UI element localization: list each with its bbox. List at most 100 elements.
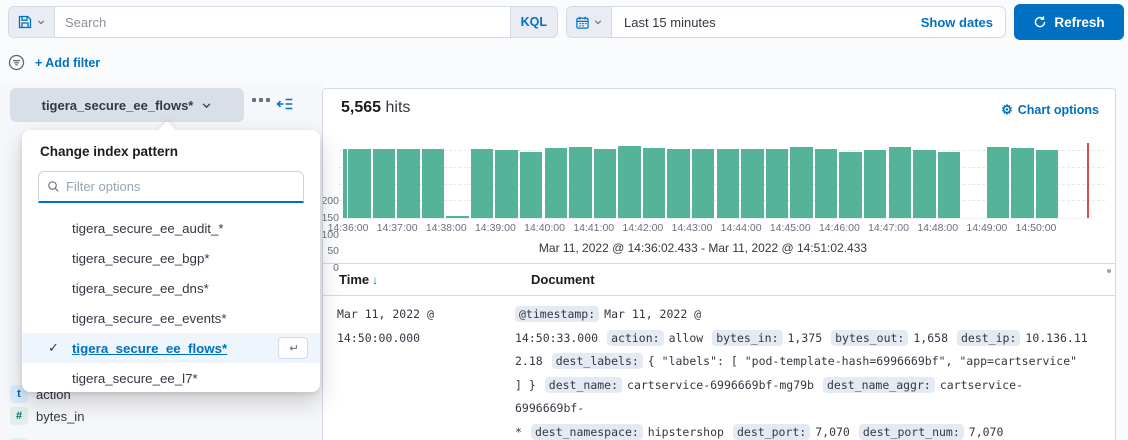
- histogram-bar[interactable]: [520, 152, 543, 218]
- collapse-sidebar-icon[interactable]: [276, 95, 294, 113]
- refresh-label: Refresh: [1054, 15, 1104, 30]
- filter-icon[interactable]: [8, 54, 25, 71]
- chart-options-button[interactable]: ⚙ Chart options: [1001, 102, 1099, 118]
- histogram-bar[interactable]: [987, 147, 1010, 218]
- histogram-bar[interactable]: [864, 150, 887, 218]
- index-pattern-option[interactable]: tigera_secure_ee_dns*: [22, 273, 320, 303]
- histogram-bar[interactable]: [692, 149, 715, 218]
- histogram-bar[interactable]: [545, 148, 568, 218]
- filter-bar: + Add filter: [8, 54, 100, 71]
- discover-main-panel: 5,565 hits ⚙ Chart options 050100150200 …: [322, 88, 1116, 440]
- calendar-icon: [575, 15, 590, 30]
- x-axis-label: 14:46:00: [813, 222, 865, 234]
- histogram-bar[interactable]: [471, 149, 494, 218]
- index-pattern-option[interactable]: tigera_secure_ee_events*: [22, 303, 320, 333]
- field-pill: @timestamp:: [515, 306, 599, 322]
- x-axis-label: 14:38:00: [420, 222, 472, 234]
- x-axis-label: 14:40:00: [519, 222, 571, 234]
- histogram-bar[interactable]: [839, 152, 862, 218]
- histogram-bar[interactable]: [741, 149, 764, 218]
- histogram-bar[interactable]: [667, 149, 690, 218]
- field-value: 7,070: [815, 425, 850, 439]
- histogram-bar[interactable]: [495, 150, 518, 218]
- x-axis-label: 14:49:00: [961, 222, 1013, 234]
- histogram-bar[interactable]: [889, 147, 912, 218]
- return-key-icon: [278, 337, 308, 359]
- field-pill: bytes_out:: [831, 330, 908, 346]
- field-pill: dest_port_num:: [859, 424, 964, 440]
- field-pill: dest_port:: [733, 424, 810, 440]
- histogram-bar[interactable]: [790, 147, 813, 218]
- histogram-bar[interactable]: [373, 149, 396, 218]
- search-input[interactable]: [55, 7, 510, 37]
- field-pill: dest_name:: [545, 377, 622, 393]
- histogram-bar[interactable]: [1011, 148, 1034, 218]
- index-pattern-option[interactable]: tigera_secure_ee_audit_*: [22, 213, 320, 243]
- discover-page: KQL Last 15 minutes Show dates Refresh: [0, 0, 1128, 440]
- field-value: allow: [669, 331, 704, 345]
- histogram-bar[interactable]: [938, 152, 961, 218]
- index-pattern-option-label: tigera_secure_ee_events*: [72, 311, 227, 326]
- index-pattern-switch-button[interactable]: tigera_secure_ee_flows*: [10, 88, 244, 122]
- histogram-bar[interactable]: [422, 149, 445, 218]
- field-pill: dest_ip:: [957, 330, 1020, 346]
- histogram-bar[interactable]: [1036, 150, 1059, 218]
- filter-options-input[interactable]: [66, 179, 295, 194]
- y-axis-label: 200: [322, 195, 339, 207]
- x-axis-label: 14:48:00: [912, 222, 964, 234]
- x-axis-label: 14:44:00: [715, 222, 767, 234]
- index-pattern-option[interactable]: tigera_secure_ee_l7*: [22, 363, 320, 393]
- sort-descending-icon[interactable]: ↓: [372, 273, 378, 287]
- index-pattern-option-label: tigera_secure_ee_bgp*: [72, 251, 210, 266]
- histogram-plot[interactable]: [339, 139, 1107, 218]
- histogram-bar[interactable]: [643, 148, 666, 218]
- column-header-time[interactable]: Time↓: [339, 272, 378, 287]
- histogram-bar[interactable]: [397, 149, 420, 218]
- refresh-button[interactable]: Refresh: [1014, 4, 1124, 40]
- field-value: hipstershop: [648, 425, 724, 439]
- histogram-bar[interactable]: [569, 147, 592, 218]
- histogram-bar[interactable]: [717, 149, 740, 218]
- save-icon: [17, 14, 33, 30]
- x-axis-label: 14:42:00: [617, 222, 669, 234]
- chart-options-label: Chart options: [1018, 103, 1099, 117]
- table-row[interactable]: Mar 11, 2022 @ 14:50:00.000@timestamp:Ma…: [323, 296, 1116, 440]
- histogram-bar[interactable]: [815, 149, 838, 218]
- scrollbar-thumb[interactable]: [1107, 269, 1111, 273]
- date-quick-select-button[interactable]: [567, 7, 612, 37]
- histogram-bar[interactable]: [766, 149, 789, 218]
- sidebar-field-bytes_in[interactable]: #bytes_in: [10, 405, 84, 427]
- field-pill: dest_namespace:: [531, 424, 643, 440]
- check-icon: ✓: [48, 340, 72, 356]
- field-pill: dest_labels:: [552, 353, 643, 369]
- histogram-bar[interactable]: [594, 149, 617, 218]
- x-axis-line: [339, 218, 1091, 219]
- table-header: Time↓ Document: [323, 264, 1116, 296]
- field-value: cartservice-6996669bf-mg79b: [627, 378, 814, 392]
- index-pattern-option-label: tigera_secure_ee_audit_*: [72, 221, 224, 236]
- column-header-document: Document: [531, 272, 595, 287]
- index-pattern-option-label: tigera_secure_ee_flows*: [72, 341, 227, 356]
- gear-icon: ⚙: [1001, 102, 1013, 118]
- index-pattern-option[interactable]: tigera_secure_ee_bgp*: [22, 243, 320, 273]
- kql-language-button[interactable]: KQL: [510, 7, 557, 37]
- sidebar-field-bytes_out[interactable]: #bytes_out: [10, 436, 92, 440]
- histogram-bar[interactable]: [618, 146, 641, 218]
- index-pattern-option-label: tigera_secure_ee_dns*: [72, 281, 209, 296]
- histogram-bar[interactable]: [913, 150, 936, 218]
- x-axis-label: 14:47:00: [863, 222, 915, 234]
- current-time-marker: [1087, 143, 1089, 218]
- show-dates-button[interactable]: Show dates: [921, 7, 1005, 37]
- boxes-horizontal-icon[interactable]: [252, 98, 270, 102]
- index-pattern-label: tigera_secure_ee_flows*: [42, 98, 194, 113]
- add-filter-button[interactable]: + Add filter: [35, 56, 100, 70]
- field-value: 1,375: [788, 331, 823, 345]
- x-axis-label: 14:37:00: [371, 222, 423, 234]
- field-pill: dest_name_aggr:: [823, 377, 935, 393]
- row-document-cell: @timestamp:Mar 11, 2022 @ 14:50:33.000ac…: [515, 303, 1089, 440]
- field-pill: bytes_in:: [712, 330, 782, 346]
- row-time-cell: Mar 11, 2022 @ 14:50:00.000: [323, 303, 515, 440]
- time-range-value[interactable]: Last 15 minutes: [612, 7, 921, 37]
- saved-query-menu-button[interactable]: [9, 7, 55, 37]
- index-pattern-option[interactable]: ✓tigera_secure_ee_flows*: [22, 333, 320, 363]
